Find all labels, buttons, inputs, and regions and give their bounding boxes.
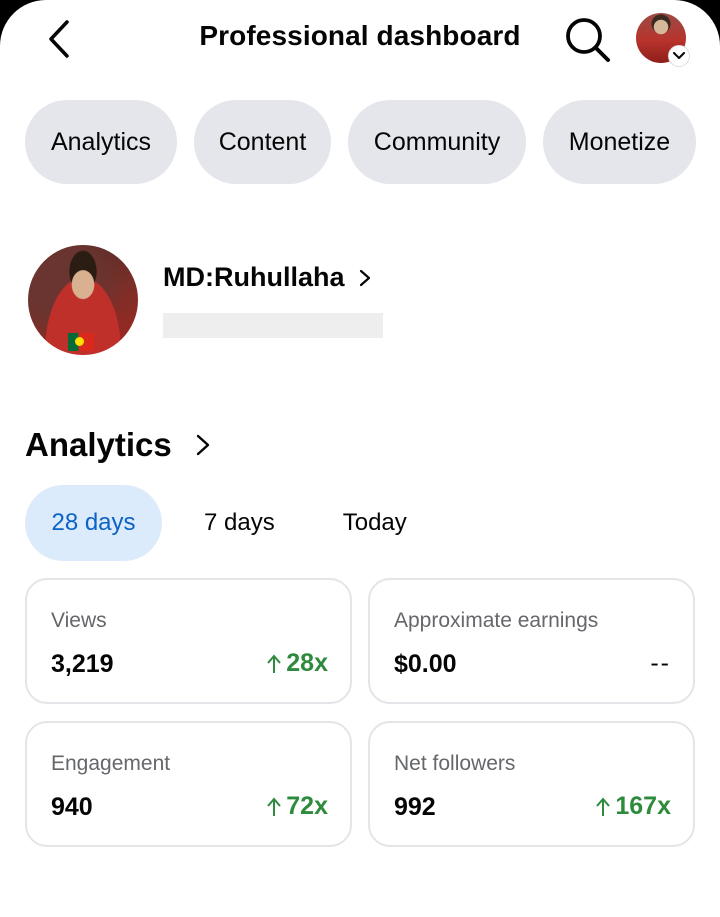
chip-analytics[interactable]: Analytics	[25, 100, 177, 184]
search-button[interactable]	[560, 12, 614, 66]
profile-avatar[interactable]	[28, 245, 138, 355]
metric-label: Net followers	[394, 752, 516, 775]
metric-label: Approximate earnings	[394, 609, 599, 632]
profile-name: MD:Ruhullaha	[163, 262, 345, 292]
metric-change-value: --	[650, 649, 671, 677]
metric-card-engagement[interactable]: Engagement 940 72x	[25, 721, 352, 847]
metric-label: Engagement	[51, 752, 171, 775]
metric-value: 992	[394, 793, 436, 821]
metric-change: 28x	[266, 649, 328, 678]
metric-value: 3,219	[51, 650, 114, 678]
tab-today[interactable]: Today	[343, 485, 407, 561]
chip-content[interactable]: Content	[194, 100, 331, 184]
header: Professional dashboard	[0, 0, 720, 80]
subtitle-placeholder	[163, 313, 383, 338]
screen: Professional dashboard Analytics Content…	[0, 0, 720, 917]
metric-card-views[interactable]: Views 3,219 28x	[25, 578, 352, 704]
section-title: Analytics	[25, 426, 172, 463]
chevron-down-icon	[668, 45, 690, 67]
analytics-section-link[interactable]: Analytics	[25, 426, 212, 464]
metric-label: Views	[51, 609, 107, 632]
search-icon	[566, 18, 610, 62]
metric-value: 940	[51, 793, 93, 821]
account-switcher-button[interactable]	[636, 13, 690, 67]
metric-change-value: 167x	[615, 792, 671, 820]
metric-value: $0.00	[394, 650, 457, 678]
tab-28-days[interactable]: 28 days	[25, 485, 162, 561]
time-range-tabs: 28 days 7 days Today	[25, 485, 407, 561]
metric-change: --	[650, 649, 671, 678]
metric-change-value: 72x	[286, 792, 328, 820]
metric-change-value: 28x	[286, 649, 328, 677]
chip-community[interactable]: Community	[348, 100, 526, 184]
arrow-up-icon	[267, 796, 282, 816]
flag-icon	[68, 333, 94, 351]
arrow-up-icon	[596, 796, 611, 816]
arrow-up-icon	[267, 653, 282, 673]
category-chips: Analytics Content Community Monetize	[25, 100, 696, 184]
chip-monetize[interactable]: Monetize	[543, 100, 696, 184]
chevron-right-icon	[359, 268, 373, 288]
metric-card-earnings[interactable]: Approximate earnings $0.00 --	[368, 578, 695, 704]
chevron-right-icon	[196, 433, 212, 457]
metric-card-net-followers[interactable]: Net followers 992 167x	[368, 721, 695, 847]
metric-change: 72x	[266, 792, 328, 821]
metric-change: 167x	[595, 792, 671, 821]
profile-name-link[interactable]: MD:Ruhullaha	[163, 262, 373, 293]
tab-7-days[interactable]: 7 days	[204, 485, 275, 561]
